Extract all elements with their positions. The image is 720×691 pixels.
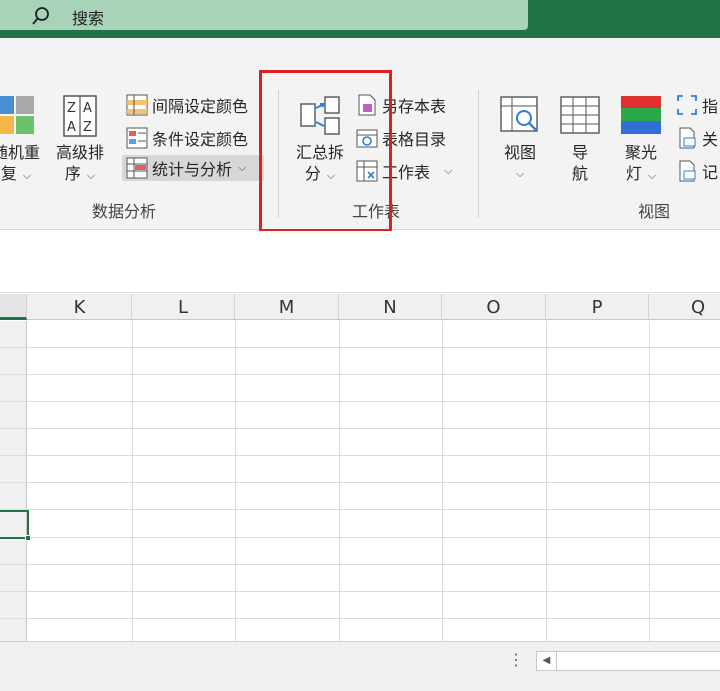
view-button[interactable]: 视图 ⌵ <box>496 94 544 184</box>
row-headers <box>0 321 27 641</box>
random-repeat-label-2: 复 <box>0 164 17 183</box>
chevron-down-icon: ⌵ <box>238 161 247 174</box>
close-label: 关 <box>702 130 719 149</box>
svg-text:Z: Z <box>67 101 76 116</box>
gridline <box>0 591 720 592</box>
random-repeat-button[interactable]: 随机重 复 ⌵ <box>0 94 46 186</box>
stats-analysis-icon <box>126 157 148 179</box>
spotlight-label-1: 聚光 <box>624 143 657 162</box>
gridline <box>0 347 720 348</box>
svg-text:A: A <box>83 101 92 116</box>
cell-grid[interactable] <box>0 321 720 641</box>
gridline <box>546 321 547 641</box>
gridline <box>0 564 720 565</box>
gridline <box>0 401 720 402</box>
group-label-data-analysis: 数据分析 <box>92 202 157 221</box>
pointer-label: 指 <box>702 97 719 116</box>
sheet-tab-bar: ⋮ ◀ <box>0 641 720 691</box>
focus-icon <box>677 95 697 115</box>
excel-window: 搜索 随机重 复 ⌵ Z A A Z 高级排 <box>0 0 720 691</box>
chevron-down-icon: ⌵ <box>515 167 525 180</box>
column-header-k[interactable]: K <box>28 294 132 320</box>
gridline <box>339 321 340 641</box>
title-bar: 搜索 <box>0 0 720 38</box>
advanced-sort-button[interactable]: Z A A Z 高级排 序 ⌵ <box>50 94 110 186</box>
gridline <box>0 374 720 375</box>
svg-text:A: A <box>67 120 76 135</box>
gridline <box>649 321 650 641</box>
advanced-sort-label-1: 高级排 <box>55 143 104 162</box>
stats-analysis-label: 统计与分析 <box>152 160 233 179</box>
spotlight-icon <box>621 96 661 134</box>
column-header-q[interactable]: Q <box>649 294 720 320</box>
scroll-left-icon[interactable]: ◀ <box>537 652 557 670</box>
view-icon <box>500 96 538 132</box>
stats-analysis-button[interactable]: 统计与分析 ⌵ <box>122 155 264 181</box>
gridline <box>0 482 720 483</box>
document-close-icon <box>679 127 696 149</box>
svg-text:Z: Z <box>83 120 92 135</box>
search-label: 搜索 <box>72 9 105 28</box>
gridline <box>0 455 720 456</box>
advanced-sort-label-2: 序 <box>64 164 81 183</box>
note-icon <box>679 160 696 182</box>
chevron-down-icon: ⌵ <box>647 169 657 182</box>
interval-color-icon <box>126 94 148 116</box>
chevron-down-icon: ⌵ <box>86 169 96 182</box>
random-repeat-label-1: 随机重 <box>0 143 40 162</box>
ribbon: 随机重 复 ⌵ Z A A Z 高级排 序 ⌵ 间隔设定颜色 <box>0 38 720 232</box>
group-divider <box>478 90 479 218</box>
random-repeat-icon <box>0 96 34 134</box>
column-headers: K L M N O P Q <box>0 294 720 320</box>
navigation-label-2: 航 <box>571 164 588 183</box>
conditional-color-button[interactable]: 条件设定颜色 <box>126 125 248 151</box>
interval-color-button[interactable]: 间隔设定颜色 <box>126 92 248 118</box>
note-label: 记 <box>702 163 719 182</box>
spotlight-label-2: 灯 <box>625 164 642 183</box>
column-header-l[interactable]: L <box>132 294 235 320</box>
horizontal-scrollbar[interactable]: ◀ <box>536 651 720 671</box>
column-header-o[interactable]: O <box>442 294 546 320</box>
gridline <box>0 618 720 619</box>
column-header-n[interactable]: N <box>339 294 442 320</box>
sort-az-icon: Z A A Z <box>63 95 97 137</box>
navigation-button[interactable]: 导 航 <box>556 94 604 184</box>
formula-bar-area <box>0 231 720 293</box>
navigation-icon <box>560 96 600 134</box>
interval-color-label: 间隔设定颜色 <box>152 97 249 116</box>
conditional-color-icon <box>126 127 148 149</box>
gridline <box>0 428 720 429</box>
conditional-color-label: 条件设定颜色 <box>152 130 249 149</box>
gridline <box>0 537 720 538</box>
pointer-button[interactable]: 指 <box>676 92 718 118</box>
search-icon <box>32 7 49 25</box>
spotlight-button[interactable]: 聚光 灯 ⌵ <box>614 94 668 186</box>
gridline <box>442 321 443 641</box>
note-button[interactable]: 记 <box>676 158 718 184</box>
highlight-box <box>259 70 392 232</box>
chevron-down-icon: ⌵ <box>22 169 32 182</box>
column-header-m[interactable]: M <box>235 294 339 320</box>
row-header-strip <box>0 294 27 320</box>
chevron-down-icon: ⌵ <box>444 164 453 177</box>
fill-handle[interactable] <box>25 535 31 541</box>
search-box[interactable]: 搜索 <box>0 0 528 30</box>
navigation-label-1: 导 <box>571 143 588 162</box>
gridline <box>0 509 720 510</box>
gridline <box>132 321 133 641</box>
more-options-icon[interactable]: ⋮ <box>508 650 524 669</box>
view-label: 视图 <box>503 143 536 162</box>
column-header-p[interactable]: P <box>546 294 649 320</box>
close-button[interactable]: 关 <box>676 125 718 151</box>
gridline <box>235 321 236 641</box>
group-label-view: 视图 <box>638 202 671 221</box>
